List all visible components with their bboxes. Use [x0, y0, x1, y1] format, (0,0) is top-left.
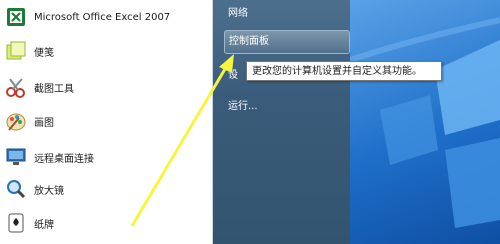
program-solitaire[interactable]: 纸牌 — [0, 208, 212, 238]
program-excel[interactable]: Microsoft Office Excel 2007 — [0, 2, 212, 32]
devices-item[interactable]: 设 — [228, 66, 238, 81]
program-label: 画图 — [34, 117, 54, 129]
program-remote-desktop[interactable]: 远程桌面连接 — [0, 142, 212, 172]
program-label: 远程桌面连接 — [34, 153, 94, 165]
excel-icon — [4, 5, 28, 29]
snipping-tool-icon — [4, 75, 28, 99]
remote-desktop-icon — [4, 145, 28, 169]
program-label: 便笺 — [34, 47, 54, 59]
program-sticky-notes[interactable]: 便笺 — [0, 36, 212, 66]
start-menu-right-pane: 网络 控制面板 设 运行... — [213, 0, 350, 244]
program-paint[interactable]: 画图 — [0, 106, 212, 136]
program-label: Microsoft Office Excel 2007 — [34, 11, 171, 23]
control-panel-tooltip: 更改您的计算机设置并自定义其功能。 — [246, 61, 442, 81]
solitaire-icon — [4, 211, 28, 235]
windows-logo-graphic — [350, 17, 500, 228]
program-snipping-tool[interactable]: 截图工具 — [0, 72, 212, 102]
program-magnifier[interactable]: 放大镜 — [0, 174, 212, 204]
paint-icon — [4, 109, 28, 133]
start-menu-programs-pane: Microsoft Office Excel 2007 便笺 截图工具 画图 远… — [0, 0, 213, 244]
sticky-notes-icon — [4, 39, 28, 63]
program-label: 截图工具 — [34, 83, 74, 95]
program-label: 纸牌 — [34, 219, 54, 231]
run-item[interactable]: 运行... — [228, 97, 258, 112]
desktop-wallpaper — [350, 0, 500, 244]
network-item[interactable]: 网络 — [228, 4, 248, 19]
control-panel-item[interactable]: 控制面板 — [224, 30, 350, 54]
magnifier-icon — [4, 177, 28, 201]
program-label: 放大镜 — [34, 185, 64, 197]
